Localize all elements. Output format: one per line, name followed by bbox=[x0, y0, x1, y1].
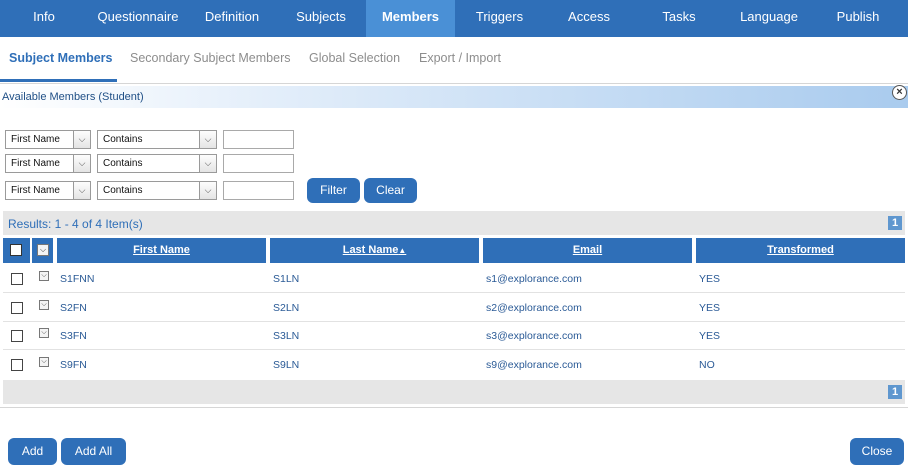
tab-subjects[interactable]: Subjects bbox=[276, 0, 366, 37]
cell-transformed: YES bbox=[699, 273, 721, 285]
tab-language[interactable]: Language bbox=[724, 0, 814, 37]
close-button[interactable]: Close bbox=[850, 438, 904, 465]
select-all-checkbox[interactable] bbox=[10, 244, 22, 256]
cell-transformed: NO bbox=[699, 359, 715, 371]
filter-field-select-1[interactable]: First Name ⌵ bbox=[5, 130, 91, 149]
cell-last-name: S3LN bbox=[273, 330, 300, 342]
cell-first-name: S3FN bbox=[60, 330, 87, 342]
cell-email: s9@explorance.com bbox=[486, 359, 582, 371]
filter-field-select-2[interactable]: First Name ⌵ bbox=[5, 154, 91, 173]
filter-value-input-2[interactable] bbox=[223, 154, 294, 173]
filter-button[interactable]: Filter bbox=[307, 178, 360, 203]
filter-field-value: First Name bbox=[11, 134, 60, 145]
chevron-down-icon: ⌵ bbox=[73, 131, 90, 148]
expand-row-icon[interactable]: ⌵ bbox=[39, 328, 49, 338]
subtab-subject-members[interactable]: Subject Members bbox=[9, 51, 113, 65]
tab-members[interactable]: Members bbox=[366, 0, 455, 37]
cell-last-name: S2LN bbox=[273, 302, 300, 314]
filter-operator-value: Contains bbox=[103, 134, 143, 145]
cell-email: s3@explorance.com bbox=[486, 330, 582, 342]
expand-all-icon[interactable]: ⌵ bbox=[37, 244, 49, 256]
subtab-secondary-subject-members[interactable]: Secondary Subject Members bbox=[130, 51, 291, 65]
chevron-down-icon: ⌵ bbox=[199, 155, 216, 172]
results-count: Results: 1 - 4 of 4 Item(s) bbox=[8, 217, 143, 231]
column-email[interactable]: Email bbox=[483, 238, 692, 263]
cell-first-name: S1FNN bbox=[60, 273, 95, 285]
column-email-label: Email bbox=[572, 244, 603, 256]
cell-last-name: S9LN bbox=[273, 359, 300, 371]
tab-questionnaire[interactable]: Questionnaire bbox=[88, 0, 188, 37]
table-row[interactable]: ⌵ S1FNN S1LN s1@explorance.com YES bbox=[3, 264, 905, 293]
row-checkbox[interactable] bbox=[11, 330, 23, 342]
cell-first-name: S2FN bbox=[60, 302, 87, 314]
sort-ascending-icon: ▲ bbox=[398, 246, 407, 255]
chevron-down-icon: ⌵ bbox=[73, 182, 90, 199]
cell-email: s2@explorance.com bbox=[486, 302, 582, 314]
filter-field-select-3[interactable]: First Name ⌵ bbox=[5, 181, 91, 200]
clear-button[interactable]: Clear bbox=[364, 178, 417, 203]
close-panel-icon[interactable]: × bbox=[892, 85, 907, 100]
expand-row-icon[interactable]: ⌵ bbox=[39, 300, 49, 310]
top-navigation: Info Questionnaire Definition Subjects M… bbox=[0, 0, 908, 37]
row-checkbox[interactable] bbox=[11, 302, 23, 314]
cell-transformed: YES bbox=[699, 302, 721, 314]
column-transformed[interactable]: Transformed bbox=[696, 238, 905, 263]
results-bar-bottom: 1 bbox=[3, 380, 905, 404]
cell-first-name: S9FN bbox=[60, 359, 87, 371]
filter-operator-select-3[interactable]: Contains ⌵ bbox=[97, 181, 217, 200]
subtab-global-selection[interactable]: Global Selection bbox=[309, 51, 400, 65]
tab-info[interactable]: Info bbox=[0, 0, 88, 37]
tab-publish[interactable]: Publish bbox=[814, 0, 902, 37]
table-row[interactable]: ⌵ S3FN S3LN s3@explorance.com YES bbox=[3, 321, 905, 350]
column-first-name[interactable]: First Name bbox=[57, 238, 266, 263]
column-transformed-label: Transformed bbox=[767, 244, 834, 256]
table-row[interactable]: ⌵ S9FN S9LN s9@explorance.com NO bbox=[3, 350, 905, 378]
expand-row-icon[interactable]: ⌵ bbox=[39, 271, 49, 281]
filter-operator-select-2[interactable]: Contains ⌵ bbox=[97, 154, 217, 173]
cell-transformed: YES bbox=[699, 330, 721, 342]
column-last-name[interactable]: Last Name▲ bbox=[270, 238, 479, 263]
filter-operator-value: Contains bbox=[103, 158, 143, 169]
column-last-name-label: Last Name▲ bbox=[342, 244, 407, 256]
cell-email: s1@explorance.com bbox=[486, 273, 582, 285]
subtab-export-import[interactable]: Export / Import bbox=[419, 51, 501, 65]
column-first-name-label: First Name bbox=[133, 244, 190, 256]
tab-access[interactable]: Access bbox=[544, 0, 634, 37]
page-number-top[interactable]: 1 bbox=[888, 216, 902, 230]
add-all-button[interactable]: Add All bbox=[61, 438, 126, 465]
filter-operator-select-1[interactable]: Contains ⌵ bbox=[97, 130, 217, 149]
filter-value-input-1[interactable] bbox=[223, 130, 294, 149]
expand-row-icon[interactable]: ⌵ bbox=[39, 357, 49, 367]
tab-definition[interactable]: Definition bbox=[188, 0, 276, 37]
page-number-bottom[interactable]: 1 bbox=[888, 385, 902, 399]
filter-value-input-3[interactable] bbox=[223, 181, 294, 200]
chevron-down-icon: ⌵ bbox=[73, 155, 90, 172]
add-button[interactable]: Add bbox=[8, 438, 57, 465]
tab-tasks[interactable]: Tasks bbox=[634, 0, 724, 37]
chevron-down-icon: ⌵ bbox=[199, 182, 216, 199]
active-subtab-indicator bbox=[0, 79, 117, 82]
chevron-down-icon: ⌵ bbox=[199, 131, 216, 148]
row-checkbox[interactable] bbox=[11, 359, 23, 371]
sub-tabs: Subject Members Secondary Subject Member… bbox=[0, 37, 908, 84]
tab-triggers[interactable]: Triggers bbox=[455, 0, 544, 37]
panel-title: Available Members (Student) bbox=[2, 91, 144, 103]
filter-field-value: First Name bbox=[11, 158, 60, 169]
table-row[interactable]: ⌵ S2FN S2LN s2@explorance.com YES bbox=[3, 293, 905, 322]
results-bar-top: Results: 1 - 4 of 4 Item(s) 1 bbox=[3, 211, 905, 235]
panel-header: Available Members (Student) × bbox=[0, 85, 908, 108]
filter-field-value: First Name bbox=[11, 185, 60, 196]
row-checkbox[interactable] bbox=[11, 273, 23, 285]
cell-last-name: S1LN bbox=[273, 273, 300, 285]
filter-operator-value: Contains bbox=[103, 185, 143, 196]
